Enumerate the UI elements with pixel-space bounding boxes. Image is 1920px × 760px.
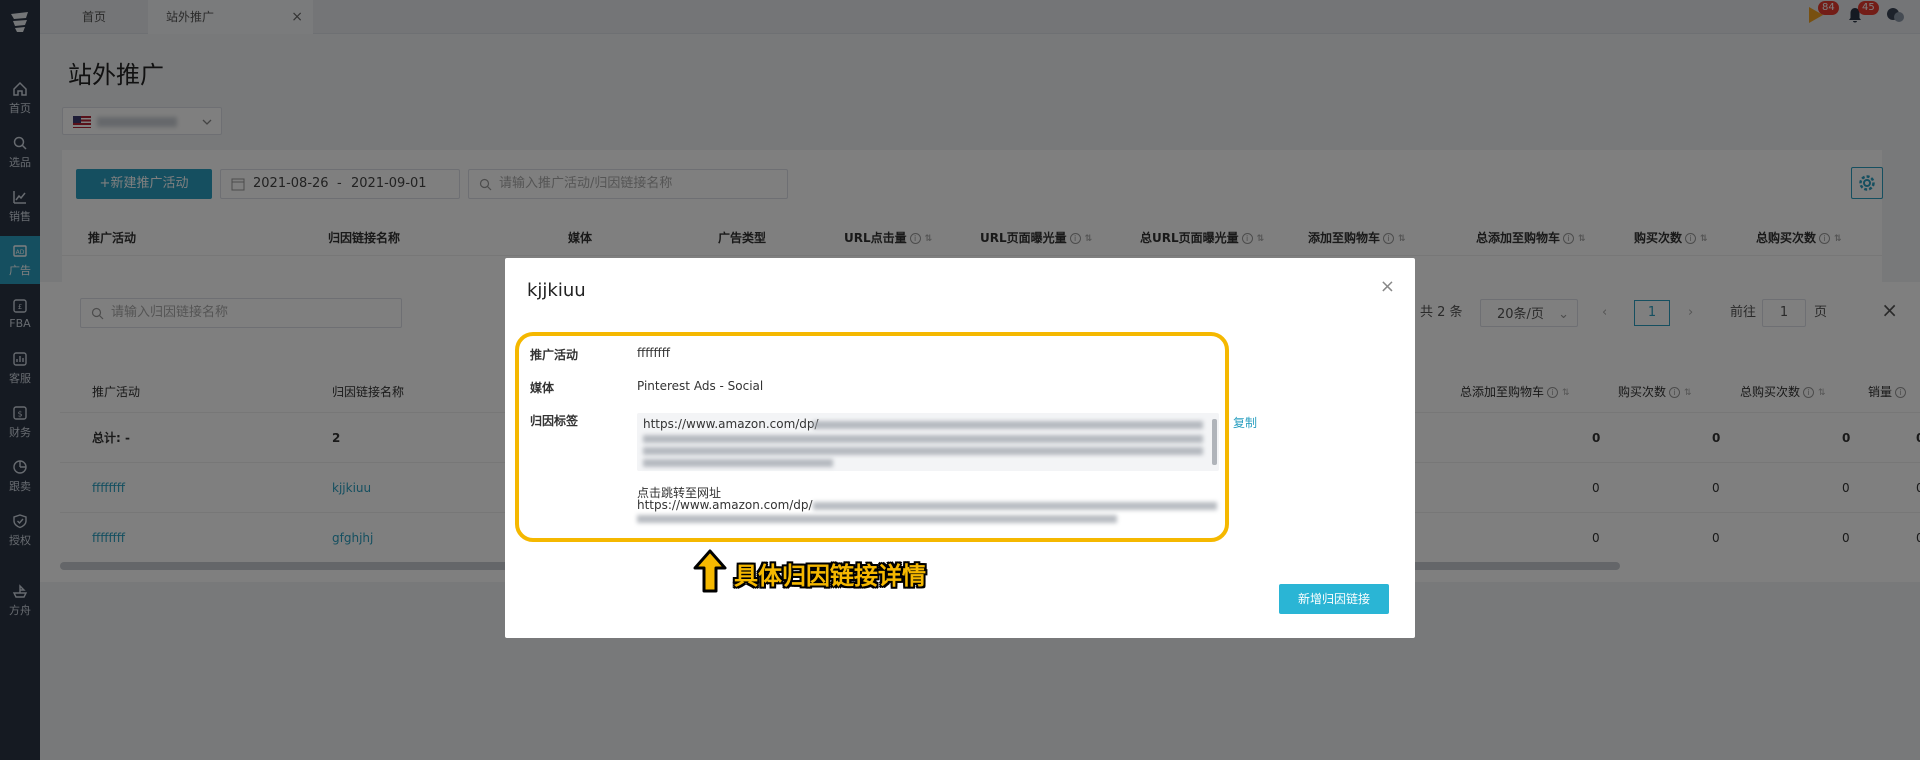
redacted-text xyxy=(643,447,1203,455)
vertical-scrollbar[interactable] xyxy=(1212,419,1217,465)
callout-text: 具体归因链接详情 xyxy=(734,562,926,590)
media-value: Pinterest Ads - Social xyxy=(637,379,764,393)
jump-url[interactable]: https://www.amazon.com/dp/ xyxy=(637,498,813,512)
link-detail-modal: kjjkiuu × 推广活动 ffffffff 媒体 Pinterest Ads… xyxy=(505,258,1415,638)
add-attribution-link-button[interactable]: 新增归因链接 xyxy=(1279,584,1389,614)
tag-url: https://www.amazon.com/dp/ xyxy=(643,417,819,431)
close-icon[interactable]: × xyxy=(1380,276,1395,297)
redacted-text xyxy=(813,421,1203,429)
campaign-label: 推广活动 xyxy=(530,348,579,362)
redacted-text xyxy=(643,459,833,467)
tag-label: 归因标签 xyxy=(530,414,579,428)
redacted-text xyxy=(637,515,1117,523)
media-label: 媒体 xyxy=(530,381,555,395)
redacted-text xyxy=(643,435,1203,443)
redacted-text xyxy=(813,502,1217,510)
arrow-up-icon xyxy=(693,549,727,593)
modal-title: kjjkiuu xyxy=(527,280,586,301)
campaign-value: ffffffff xyxy=(637,346,671,360)
attribution-tag-box[interactable]: https://www.amazon.com/dp/ xyxy=(637,413,1219,471)
copy-link[interactable]: 复制 xyxy=(1233,414,1257,431)
